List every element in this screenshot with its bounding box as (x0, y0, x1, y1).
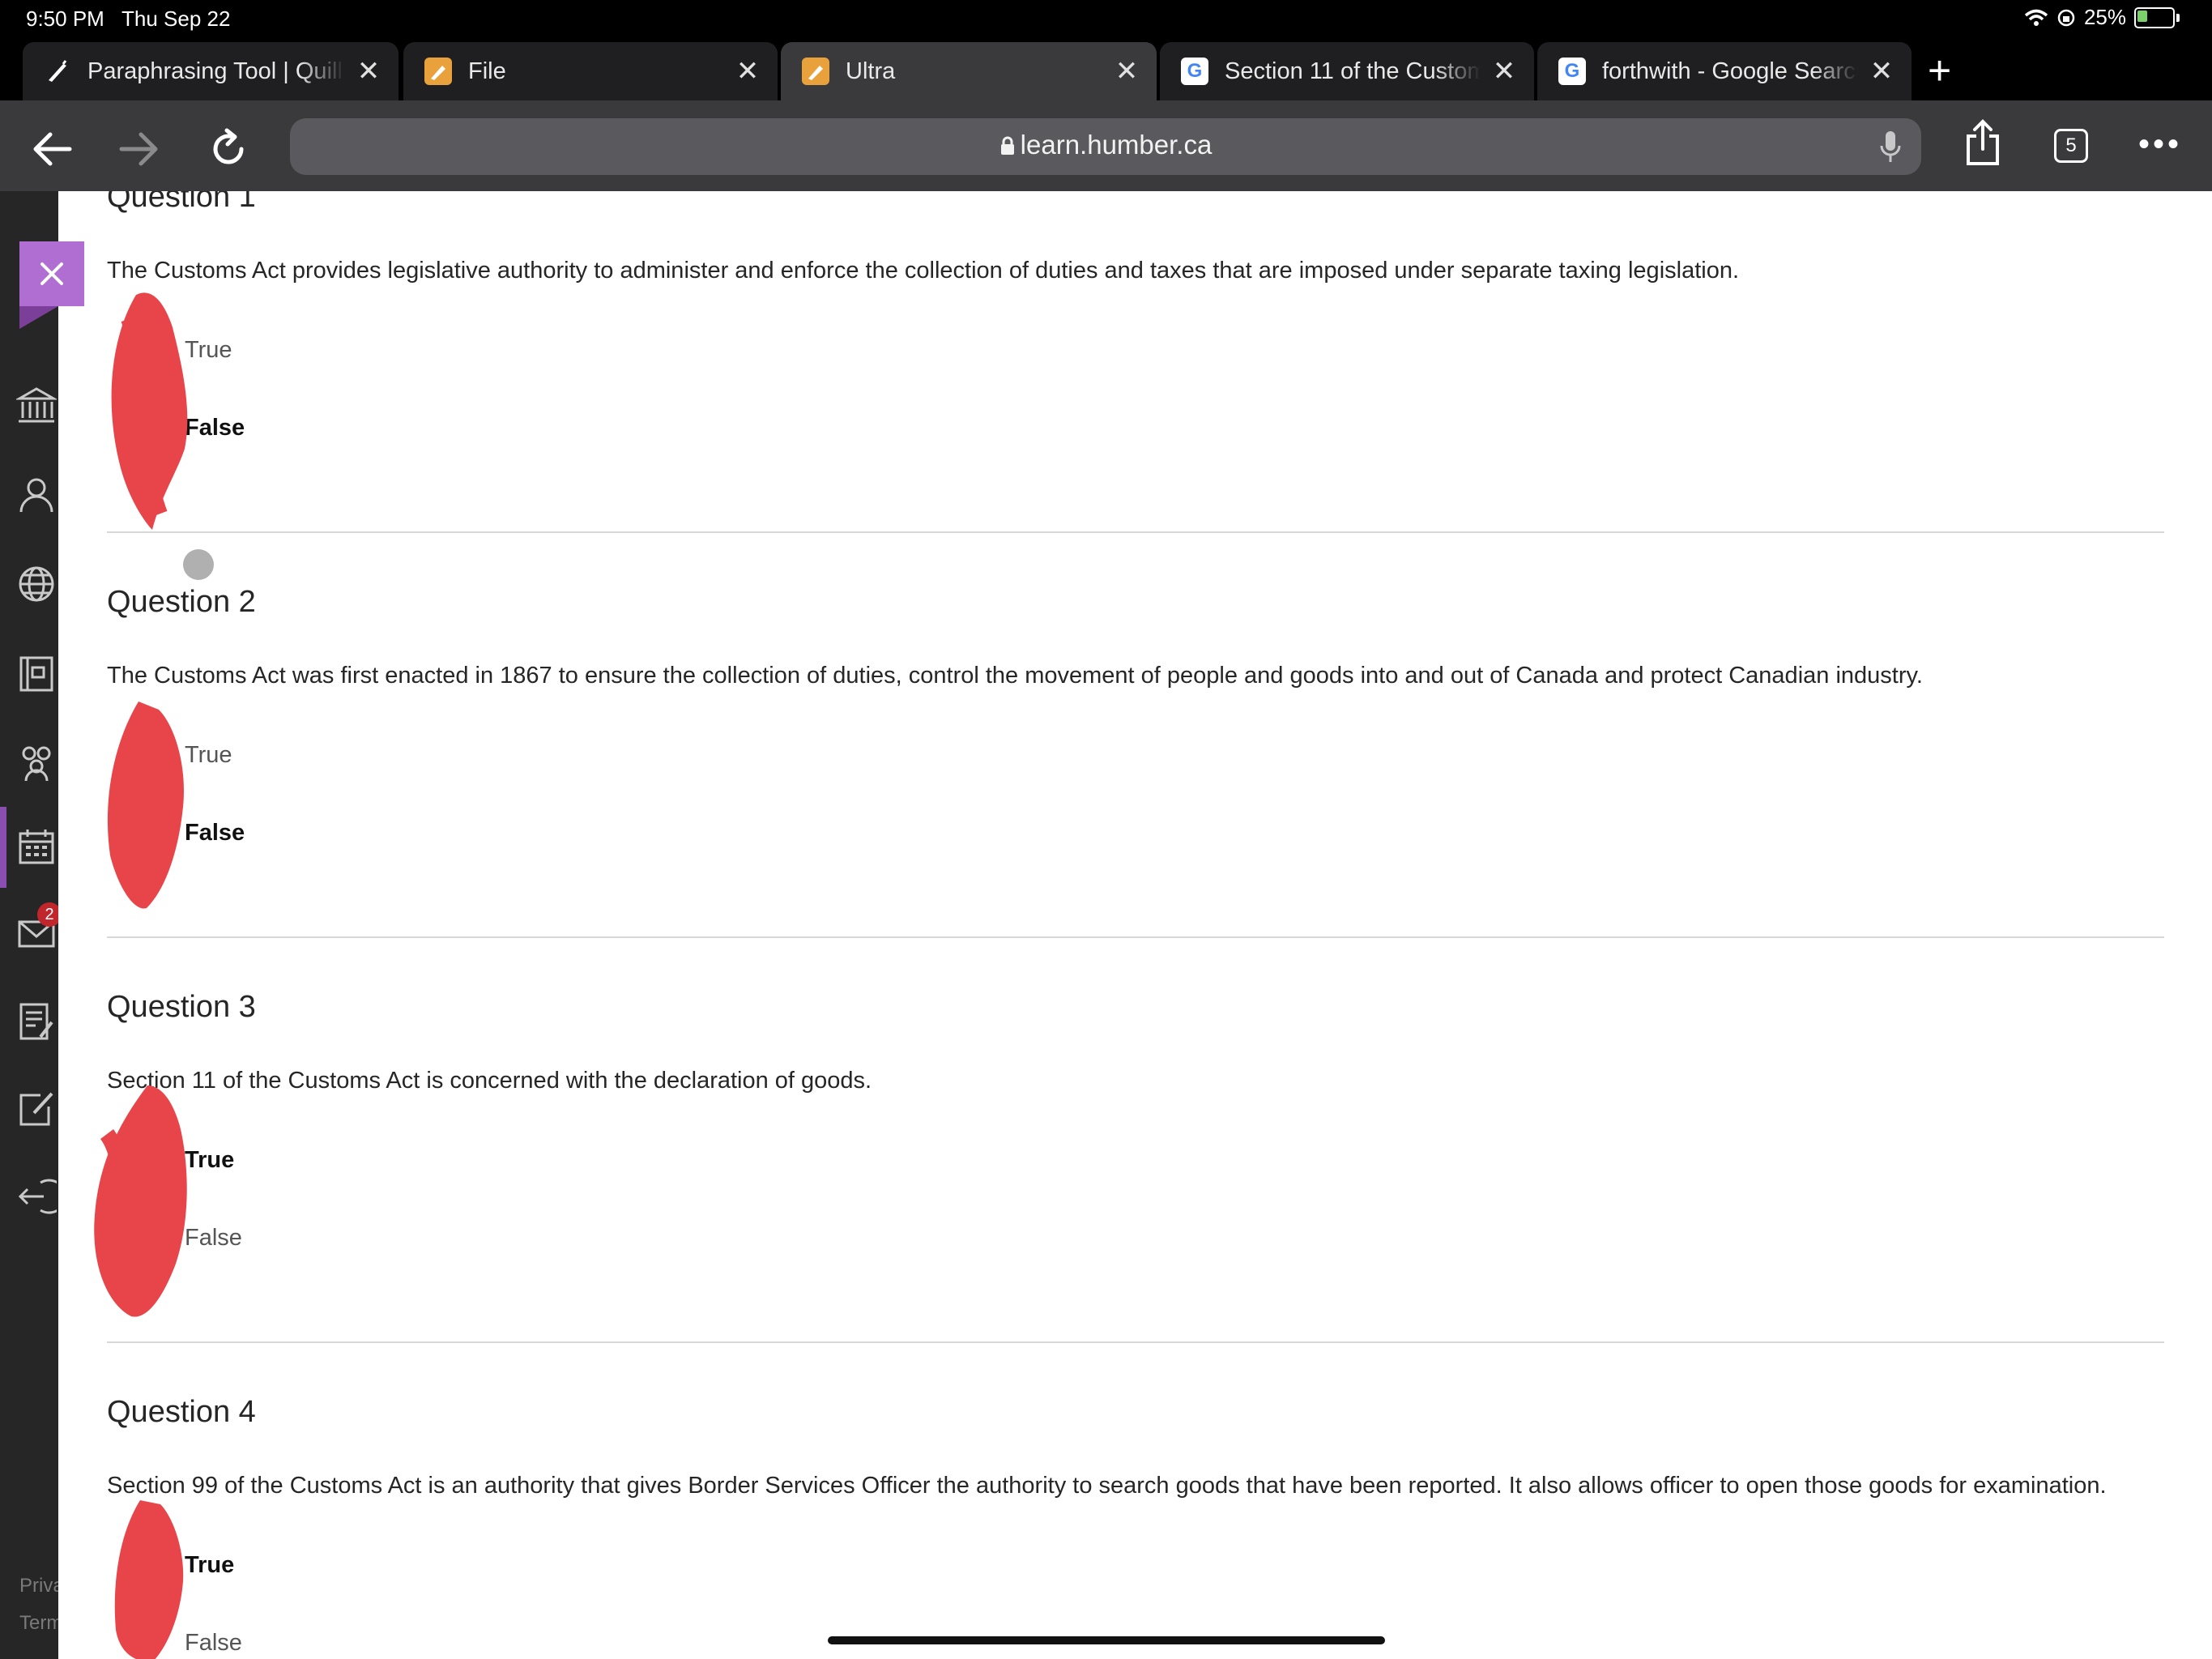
courses-icon[interactable] (16, 653, 57, 693)
tab-file[interactable]: File ✕ (403, 42, 778, 100)
close-tab-icon[interactable]: ✕ (735, 55, 760, 87)
close-tab-icon[interactable]: ✕ (1869, 55, 1894, 87)
status-date: Thu Sep 22 (121, 6, 231, 31)
edit-icon[interactable] (16, 1089, 57, 1129)
more-options-icon[interactable]: ••• (2138, 128, 2182, 160)
close-tab-icon[interactable]: ✕ (1492, 55, 1516, 87)
privacy-link[interactable]: Priva (19, 1575, 64, 1597)
question-text: Section 11 of the Customs Act is concern… (107, 1068, 872, 1094)
share-button[interactable] (1958, 118, 2007, 167)
status-right: 25% (2024, 5, 2180, 30)
url-text: learn.humber.ca (1020, 130, 1213, 160)
scroll-indicator (183, 549, 214, 580)
tab-title: Ultra (846, 58, 896, 84)
battery-icon (2134, 6, 2175, 28)
reload-button[interactable] (204, 125, 253, 173)
close-tab-icon[interactable]: ✕ (1115, 55, 1139, 87)
nav-active-indicator (0, 807, 6, 888)
share-icon (1967, 119, 1999, 165)
redaction-scribble (114, 1500, 184, 1659)
battery-tip (2176, 13, 2180, 22)
tab-title: Section 11 of the Customs Act (1225, 58, 1481, 84)
redaction-scribble (107, 702, 184, 909)
terms-link[interactable]: Term (19, 1612, 62, 1635)
tab-title: forthwith - Google Search (1602, 58, 1858, 84)
option-false[interactable]: False (185, 1630, 242, 1657)
home-indicator (828, 1636, 1385, 1644)
left-navigation: 2 Priva Term (0, 191, 64, 1659)
address-bar[interactable]: learn.humber.ca (290, 118, 1921, 175)
redaction-scribble (94, 1085, 187, 1317)
reload-icon (213, 128, 244, 164)
question-text: The Customs Act was first enacted in 186… (107, 663, 1923, 689)
battery-percent: 25% (2083, 5, 2126, 29)
tab-forthwith[interactable]: G forthwith - Google Search ✕ (1537, 42, 1912, 100)
test-content: Question 1 The Customs Act provides legi… (58, 191, 2212, 1659)
pencil-icon (802, 58, 829, 85)
google-icon: G (1181, 58, 1208, 85)
tab-title: Paraphrasing Tool | QuillBot (87, 58, 345, 84)
question-title: Question 1 (107, 191, 256, 214)
grades-icon[interactable] (16, 1001, 57, 1042)
lock-icon (1000, 136, 1014, 155)
status-time: 9:50 PM (26, 6, 104, 31)
option-false[interactable]: False (185, 820, 245, 847)
quill-icon (44, 58, 71, 85)
url-display: learn.humber.ca (290, 130, 1921, 160)
new-tab-icon[interactable]: + (1928, 50, 1951, 91)
question-title: Question 3 (107, 990, 256, 1024)
question-divider (107, 531, 2164, 533)
forward-button[interactable] (115, 125, 164, 173)
question-title: Question 4 (107, 1395, 256, 1429)
question-title: Question 2 (107, 585, 256, 619)
microphone-icon[interactable] (1879, 130, 1902, 164)
back-button[interactable] (28, 125, 76, 173)
tab-quillbot[interactable]: Paraphrasing Tool | QuillBot ✕ (23, 42, 399, 100)
question-text: The Customs Act provides legislative aut… (107, 258, 1740, 284)
google-icon: G (1558, 58, 1586, 85)
redaction-scribble (111, 292, 188, 530)
profile-icon[interactable] (16, 475, 57, 515)
status-bar: 9:50 PM Thu Sep 22 25% (0, 0, 2212, 39)
tab-count-button[interactable]: 5 (2054, 129, 2088, 163)
arrow-right-icon (119, 132, 158, 166)
institution-icon[interactable] (16, 386, 57, 426)
tab-title: File (468, 58, 506, 84)
close-panel-tail (19, 306, 58, 329)
globe-icon[interactable] (16, 564, 57, 604)
tab-strip: Paraphrasing Tool | QuillBot ✕ File ✕ Ul… (0, 39, 2212, 100)
question-divider (107, 1341, 2164, 1343)
close-tab-icon[interactable]: ✕ (356, 55, 381, 87)
tab-ultra[interactable]: Ultra ✕ (781, 42, 1157, 100)
sign-out-icon[interactable] (16, 1176, 57, 1217)
wifi-icon (2024, 9, 2048, 26)
option-true[interactable]: True (185, 742, 232, 769)
close-icon (40, 262, 63, 285)
arrow-left-icon (33, 132, 72, 166)
tab-section-11[interactable]: G Section 11 of the Customs Act ✕ (1160, 42, 1534, 100)
orientation-lock-icon (2057, 9, 2075, 26)
browser-toolbar: learn.humber.ca 5 ••• (0, 100, 2212, 191)
question-text: Section 99 of the Customs Act is an auth… (107, 1473, 2107, 1499)
option-false[interactable]: False (185, 415, 245, 441)
pencil-icon (424, 58, 452, 85)
question-divider (107, 936, 2164, 938)
groups-icon[interactable] (16, 742, 57, 783)
close-panel-button[interactable] (19, 241, 84, 306)
calendar-icon[interactable] (16, 827, 57, 868)
